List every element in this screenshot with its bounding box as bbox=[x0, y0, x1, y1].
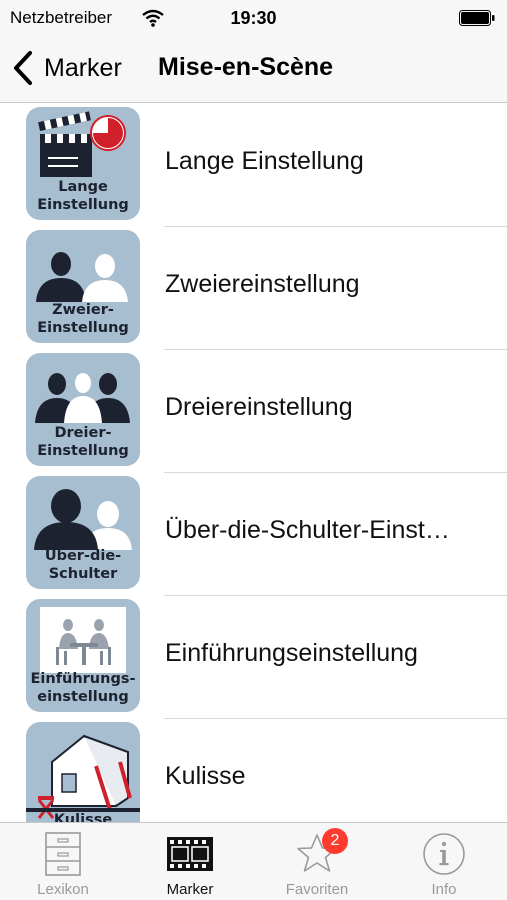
thumbnail: Dreier- Einstellung bbox=[26, 353, 140, 466]
list-item-einfuehrungseinstellung[interactable]: Einführungs- einstellung Einführungseins… bbox=[0, 596, 507, 719]
status-bar: Netzbetreiber 19:30 bbox=[0, 0, 507, 36]
back-button-label: Marker bbox=[44, 53, 122, 82]
battery-icon bbox=[459, 10, 495, 26]
thumb-label-line1: Einführungs- bbox=[30, 671, 136, 687]
list-item-kulisse[interactable]: Kulisse Kulisse bbox=[0, 719, 507, 822]
list-item-lange-einstellung[interactable]: Lange Einstellung Lange Einstellung bbox=[0, 104, 507, 227]
page-title: Mise-en-Scène bbox=[158, 53, 334, 81]
cabinet-icon bbox=[45, 832, 81, 876]
row-label: Zweiereinstellung bbox=[165, 270, 360, 298]
marker-list: Lange Einstellung Lange Einstellung Zwei… bbox=[0, 104, 507, 822]
thumb-label-line1: Kulisse bbox=[53, 812, 113, 822]
thumb-label-line2: Einstellung bbox=[37, 320, 129, 336]
film-strip-icon bbox=[167, 837, 213, 871]
tab-marker[interactable]: Marker bbox=[127, 823, 253, 900]
tab-bar: Lexikon Marker 2 Favoriten Info bbox=[0, 822, 507, 900]
tab-label: Marker bbox=[166, 881, 214, 898]
row-label: Kulisse bbox=[165, 762, 246, 790]
list-item-ueber-die-schulter[interactable]: Über-die- Schulter Über-die-Schulter-Ein… bbox=[0, 473, 507, 596]
thumbnail: Lange Einstellung bbox=[26, 107, 140, 220]
tab-label: Info bbox=[431, 881, 457, 898]
back-button[interactable]: Marker bbox=[12, 50, 122, 86]
status-time: 19:30 bbox=[230, 8, 277, 28]
thumb-label-line2: Einstellung bbox=[37, 197, 129, 213]
thumb-label-line1: Lange bbox=[58, 179, 108, 195]
tab-info[interactable]: Info bbox=[381, 823, 507, 900]
thumbnail: Einführungs- einstellung bbox=[26, 599, 140, 712]
tab-lexikon[interactable]: Lexikon bbox=[0, 823, 126, 900]
thumb-label-line1: Über-die- bbox=[44, 548, 122, 564]
info-icon bbox=[423, 833, 465, 875]
thumb-label-line2: Einstellung bbox=[37, 443, 129, 459]
tab-favoriten[interactable]: 2 Favoriten bbox=[254, 823, 380, 900]
row-label: Dreiereinstellung bbox=[165, 393, 353, 421]
row-label: Einführungseinstellung bbox=[165, 639, 418, 667]
row-label: Über-die-Schulter-Einst… bbox=[165, 516, 450, 544]
list-item-zweiereinstellung[interactable]: Zweier- Einstellung Zweiereinstellung bbox=[0, 227, 507, 350]
tab-label: Lexikon bbox=[37, 881, 89, 898]
navigation-bar: Marker Mise-en-Scène bbox=[0, 36, 507, 103]
film-set-icon bbox=[26, 734, 140, 819]
thumbnail: Zweier- Einstellung bbox=[26, 230, 140, 343]
thumbnail: Über-die- Schulter bbox=[26, 476, 140, 589]
notification-badge: 2 bbox=[322, 828, 348, 854]
thumbnail: Kulisse bbox=[26, 722, 140, 822]
thumb-label-line1: Zweier- bbox=[52, 302, 114, 318]
tab-label: Favoriten bbox=[285, 881, 349, 898]
chevron-left-icon bbox=[14, 51, 32, 85]
thumb-label-line2: Schulter bbox=[48, 566, 118, 582]
row-label: Lange Einstellung bbox=[165, 147, 364, 175]
thumb-label-line1: Dreier- bbox=[54, 425, 112, 441]
thumb-label-line2: einstellung bbox=[37, 689, 129, 705]
list-item-dreiereinstellung[interactable]: Dreier- Einstellung Dreiereinstellung bbox=[0, 350, 507, 473]
